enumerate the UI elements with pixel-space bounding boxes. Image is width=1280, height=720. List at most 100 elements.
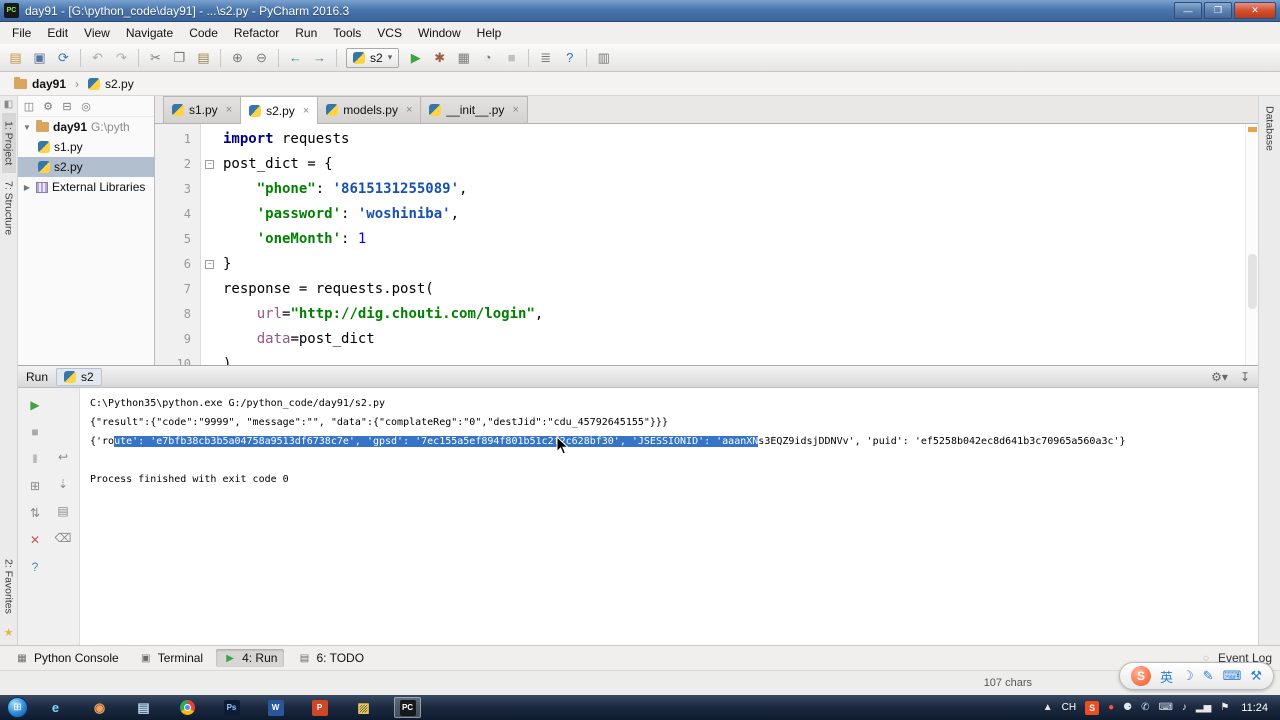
tab-init-py[interactable]: __init__.py× (421, 96, 527, 123)
keyboard-tray-icon[interactable]: ⌨ (1158, 702, 1172, 713)
tool-button-2-favorites[interactable]: 2: Favorites (2, 551, 16, 622)
menu-edit[interactable]: Edit (39, 24, 76, 42)
line-number[interactable]: 1 (155, 127, 191, 152)
restore-layout-icon[interactable]: ⊞ (24, 475, 46, 497)
volume-icon[interactable]: ♪ (1182, 702, 1187, 713)
photoshop-icon[interactable]: Ps (218, 697, 245, 718)
line-number[interactable]: 2 (155, 152, 191, 177)
settings-icon[interactable]: ⚙ (39, 97, 57, 115)
menu-code[interactable]: Code (181, 24, 226, 42)
close-tab-icon[interactable]: × (226, 104, 232, 116)
line-number[interactable]: 3 (155, 177, 191, 202)
help-icon[interactable]: ? (24, 556, 46, 578)
rerun-icon[interactable]: ▶ (24, 394, 46, 416)
qq-tray-icon[interactable]: ⚈ (1123, 702, 1132, 713)
copy-icon[interactable]: ❐ (168, 47, 191, 69)
breadcrumb-item-s2-py[interactable]: s2.py (84, 75, 138, 93)
profiler-icon[interactable]: ◔ (476, 47, 499, 69)
run-settings-icon[interactable]: ⚙▾ (1211, 370, 1228, 384)
menu-run[interactable]: Run (287, 24, 325, 42)
coverage-icon[interactable]: ▦ (452, 47, 475, 69)
save-icon[interactable]: ▣ (28, 47, 51, 69)
show-hidden-icons[interactable]: ▲ (1043, 702, 1053, 713)
notepad-icon[interactable]: ▤ (130, 697, 157, 718)
collapse-arrow-icon[interactable]: ▼ (22, 123, 32, 132)
line-number[interactable]: 9 (155, 327, 191, 352)
soft-wrap-icon[interactable]: ↩ (52, 446, 74, 468)
tool-button-4-run[interactable]: ▶4: Run (216, 649, 284, 667)
pycharm-icon[interactable]: PC (394, 697, 421, 718)
minimize-button[interactable]: — (1174, 2, 1202, 19)
explorer-icon[interactable]: ▨ (350, 697, 377, 718)
run-tab-s2[interactable]: s2 (56, 368, 102, 386)
ime-toolbox-icon[interactable]: ⚒ (1250, 668, 1262, 684)
menu-vcs[interactable]: VCS (369, 24, 410, 42)
packages-icon[interactable]: ▥ (592, 47, 615, 69)
ime-punctuation-icon[interactable]: ✎ (1203, 668, 1214, 684)
ime-keyboard-icon[interactable]: ⌨ (1223, 668, 1242, 684)
dock-pin-icon[interactable]: ◧ (4, 96, 13, 113)
search-everywhere-icon[interactable]: ≣ (534, 47, 557, 69)
line-number[interactable]: 6 (155, 252, 191, 277)
run-config-select[interactable]: s2▾ (346, 48, 399, 68)
chrome-icon[interactable] (174, 697, 201, 718)
history-icon[interactable]: ⇅ (24, 502, 46, 524)
menu-refactor[interactable]: Refactor (226, 24, 287, 42)
tree-item-external-libraries[interactable]: ▶External Libraries (18, 177, 154, 197)
tree-item-day91[interactable]: ▼day91 G:\pyth (18, 117, 154, 137)
view-mode-icon[interactable]: ◫ (20, 97, 38, 115)
run-icon[interactable]: ▶ (223, 651, 237, 665)
tab-s1-py[interactable]: s1.py× (163, 96, 241, 123)
language-indicator[interactable]: CH (1062, 702, 1076, 713)
zoom-out-icon[interactable]: ⊖ (250, 47, 273, 69)
line-number[interactable]: 10 (155, 352, 191, 365)
back-icon[interactable]: ← (284, 47, 307, 69)
ime-language-icon[interactable]: 英 (1160, 667, 1173, 686)
phone-tray-icon[interactable]: ✆ (1141, 702, 1149, 713)
pause-output-icon[interactable]: ‖ (24, 448, 46, 470)
redo-icon[interactable]: ↷ (110, 47, 133, 69)
close-tab-icon[interactable]: × (406, 104, 412, 116)
line-number[interactable]: 8 (155, 302, 191, 327)
ime-fullhalf-icon[interactable]: ☽ (1182, 668, 1194, 684)
restore-button[interactable]: ❐ (1204, 2, 1232, 19)
breadcrumb-item-day91[interactable]: day91 (10, 75, 70, 93)
undo-icon[interactable]: ↶ (86, 47, 109, 69)
line-number-gutter[interactable]: 12345678910 (155, 124, 201, 365)
open-icon[interactable]: ▤ (4, 47, 27, 69)
close-button[interactable]: ✕ (1234, 2, 1276, 19)
scroll-from-source-icon[interactable]: ◎ (77, 97, 95, 115)
line-number[interactable]: 5 (155, 227, 191, 252)
menu-tools[interactable]: Tools (325, 24, 369, 42)
project-tree[interactable]: ▼day91 G:\pyths1.pys2.py▶External Librar… (18, 117, 154, 197)
menu-window[interactable]: Window (410, 24, 469, 42)
media-player-icon[interactable]: ◉ (86, 697, 113, 718)
collapse-all-icon[interactable]: ⊟ (58, 97, 76, 115)
menu-navigate[interactable]: Navigate (118, 24, 181, 42)
security-tray-icon[interactable]: ● (1108, 702, 1114, 713)
sogou-tray-icon[interactable]: S (1085, 701, 1099, 715)
line-number[interactable]: 4 (155, 202, 191, 227)
fold-marker-icon[interactable]: − (205, 260, 214, 269)
run-icon[interactable]: ▶ (404, 47, 427, 69)
tool-button-terminal[interactable]: ▣Terminal (132, 649, 210, 667)
tool-button-6-todo[interactable]: ▤6: TODO (290, 649, 371, 667)
close-tab-icon[interactable]: × (303, 105, 309, 117)
scrollbar-thumb[interactable] (1248, 254, 1257, 309)
tool-button-python-console[interactable]: ▦Python Console (8, 649, 126, 667)
python-console-icon[interactable]: ▦ (15, 651, 29, 665)
menu-view[interactable]: View (76, 24, 118, 42)
code-editor[interactable]: 12345678910 −− import requestspost_dict … (155, 124, 1258, 365)
print-icon[interactable]: ▤ (52, 500, 74, 522)
ie-icon[interactable]: e (42, 697, 69, 718)
menu-help[interactable]: Help (469, 24, 510, 42)
terminal-icon[interactable]: ▣ (139, 651, 153, 665)
zoom-in-icon[interactable]: ⊕ (226, 47, 249, 69)
line-number[interactable]: 7 (155, 277, 191, 302)
clear-all-icon[interactable]: ⌫ (52, 527, 74, 549)
code-text[interactable]: import requestspost_dict = { "phone": '8… (219, 124, 1258, 365)
tool-button-7-structure[interactable]: 7: Structure (2, 173, 16, 243)
powerpoint-icon[interactable]: P (306, 697, 333, 718)
tool-button-database[interactable]: Database (1264, 96, 1276, 161)
help-icon[interactable]: ? (558, 47, 581, 69)
